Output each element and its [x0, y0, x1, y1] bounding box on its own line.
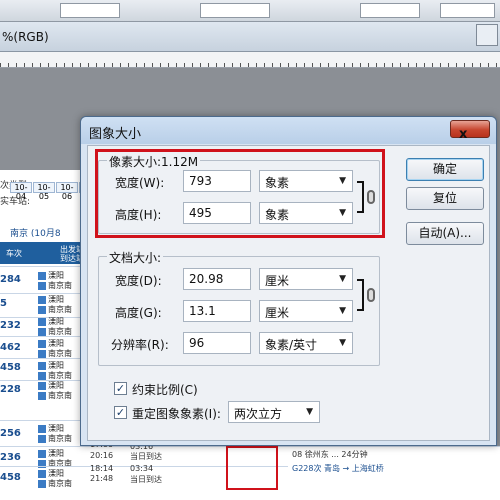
doc-width-field[interactable]: 20.98 — [183, 268, 251, 290]
doc-height-label: 高度(G): — [115, 306, 162, 320]
chain-link-icon — [367, 288, 375, 302]
train-number[interactable]: 462 — [0, 342, 21, 353]
resolution-unit-value: 象素/英寸 — [265, 338, 318, 352]
dropdown-arrow-icon: ▼ — [339, 274, 346, 284]
route-text: 南京 (10月8 — [10, 229, 61, 239]
resample-method-select[interactable]: 两次立方 ▼ — [228, 401, 320, 423]
train-number[interactable]: 228 — [0, 384, 21, 395]
station-to-text: 南京南 — [48, 327, 72, 336]
station-from-text: 溧阳 — [48, 317, 64, 326]
station-to-text: 南京南 — [48, 479, 72, 488]
resample-label: 重定图象象素(I): — [132, 407, 221, 421]
red-highlight-box — [226, 446, 278, 490]
station-to-text: 南京南 — [48, 281, 72, 290]
document-window-control[interactable] — [476, 24, 498, 46]
station-from-text: 溧阳 — [48, 381, 64, 390]
bottom-extra-text: 08 徐州东 ... 24分钟 — [292, 450, 368, 459]
station-to: 南京南 — [38, 433, 72, 444]
options-bar — [0, 0, 500, 22]
resolution-field[interactable]: 96 — [183, 332, 251, 354]
dialog-body: 像素大小:1.12M 宽度(W): 793 象素 ▼ 高度(H): 495 象素… — [87, 145, 490, 441]
station-to: 南京南 — [38, 390, 72, 401]
background-right-strip: 08 徐州东 ... 24分钟 G228次 青岛 → 上海虹桥 — [288, 446, 500, 500]
document-size-legend: 文档大小: — [107, 249, 164, 266]
station-from-text: 溧阳 — [48, 424, 64, 433]
constrain-proportions-checkbox[interactable]: ✓ — [114, 382, 127, 395]
close-icon: x — [459, 127, 468, 142]
resolution-label: 分辨率(R): — [111, 338, 169, 352]
arrive-time: 21:48 — [90, 474, 114, 483]
ok-button[interactable]: 确定 — [406, 158, 484, 181]
doc-height-field[interactable]: 13.1 — [183, 300, 251, 322]
doc-height-unit-select[interactable]: 厘米 ▼ — [259, 300, 353, 322]
constrain-proportions-label: 约束比例(C) — [132, 383, 198, 397]
station-to-text: 南京南 — [48, 371, 72, 380]
document-tab[interactable]: %(RGB) — [0, 22, 500, 52]
station-to-text: 南京南 — [48, 434, 72, 443]
train-number[interactable]: 284 — [0, 274, 21, 285]
station-to: 南京南 — [38, 304, 72, 315]
header-col-train: 车次 — [6, 249, 22, 258]
document-title: %(RGB) — [2, 30, 49, 44]
date-tab-1[interactable]: 10-04 — [10, 182, 32, 201]
reset-button[interactable]: 复位 — [406, 187, 484, 210]
dialog-title-bar[interactable]: 图象大小 x — [81, 117, 496, 144]
station-to-text: 南京南 — [48, 349, 72, 358]
doc-width-unit-select[interactable]: 厘米 ▼ — [259, 268, 353, 290]
duration: 03:34 — [130, 464, 154, 473]
station-to: 南京南 — [38, 280, 72, 291]
arrive-note: 当日到达 — [130, 452, 162, 461]
date-tab-3[interactable]: 10-06 — [56, 182, 78, 201]
dropdown-arrow-icon: ▼ — [306, 407, 313, 417]
horizontal-ruler — [0, 52, 500, 68]
red-highlight-box — [95, 149, 385, 238]
arrive-note: 当日到达 — [130, 475, 162, 484]
station-to-text: 南京南 — [48, 391, 72, 400]
train-number[interactable]: 5 — [0, 298, 7, 309]
date-tab-2[interactable]: 10-05 — [33, 182, 55, 201]
close-button[interactable]: x — [450, 120, 490, 142]
resample-checkbox[interactable]: ✓ — [114, 406, 127, 419]
station-to: 南京南 — [38, 478, 72, 489]
train-number[interactable]: 232 — [0, 320, 21, 331]
doc-height-unit-value: 厘米 — [265, 306, 290, 320]
resample-method-value: 两次立方 — [234, 407, 283, 421]
station-to-text: 南京南 — [48, 305, 72, 314]
station-from-text: 溧阳 — [48, 271, 64, 280]
train-number[interactable]: 256 — [0, 428, 21, 439]
station-from-text: 溧阳 — [48, 449, 64, 458]
station-from-text: 溧阳 — [48, 469, 64, 478]
dropdown-arrow-icon: ▼ — [339, 338, 346, 348]
options-field-4[interactable] — [440, 3, 495, 18]
resolution-unit-select[interactable]: 象素/英寸 ▼ — [259, 332, 353, 354]
bottom-route-text: G228次 青岛 → 上海虹桥 — [292, 464, 384, 473]
depart-time: 18:14 — [90, 464, 114, 473]
link-bracket — [357, 279, 364, 311]
train-number[interactable]: 236 — [0, 452, 21, 463]
doc-width-label: 宽度(D): — [115, 274, 162, 288]
dialog-title: 图象大小 — [89, 127, 142, 142]
station-from-text: 溧阳 — [48, 339, 64, 348]
auto-button[interactable]: 自动(A)... — [406, 222, 484, 245]
options-field-3[interactable] — [360, 3, 420, 18]
document-size-group: 文档大小: 宽度(D): 20.98 厘米 ▼ 高度(G): 13.1 厘米 ▼… — [98, 249, 380, 366]
image-size-dialog: 图象大小 x 像素大小:1.12M 宽度(W): 793 象素 ▼ 高度(H):… — [80, 116, 497, 446]
train-number[interactable]: 458 — [0, 362, 21, 373]
station-from-text: 溧阳 — [48, 361, 64, 370]
arrive-time: 20:16 — [90, 451, 114, 460]
dropdown-arrow-icon: ▼ — [339, 306, 346, 316]
options-field-1[interactable] — [60, 3, 120, 18]
doc-width-unit-value: 厘米 — [265, 274, 290, 288]
station-from-text: 溧阳 — [48, 295, 64, 304]
options-field-2[interactable] — [200, 3, 270, 18]
train-number[interactable]: 458 — [0, 472, 21, 483]
